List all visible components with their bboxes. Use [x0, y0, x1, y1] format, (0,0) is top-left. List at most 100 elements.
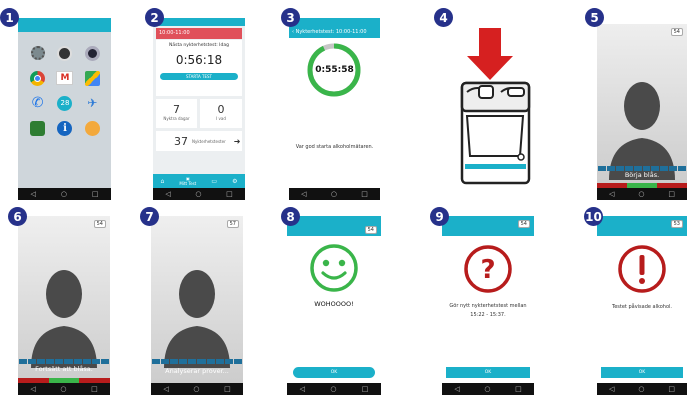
recents-icon[interactable]: □	[92, 190, 99, 198]
ok-button[interactable]: OK	[446, 367, 530, 378]
progress-segment	[233, 359, 242, 364]
progress-segment	[46, 359, 55, 364]
chrome-icon[interactable]	[30, 71, 46, 86]
face-silhouette	[164, 270, 230, 368]
system-nav-bar: ◁ ○ □	[597, 188, 687, 200]
home-icon[interactable]: ○	[195, 190, 201, 198]
recents-icon[interactable]: □	[668, 385, 675, 393]
system-nav-bar: ◁ ○ □	[597, 383, 687, 395]
progress-segment	[55, 359, 64, 364]
today-card: 0 I vad	[200, 99, 242, 128]
instruction-caption: Börja blås.	[624, 171, 660, 179]
start-test-button[interactable]: STARTA TEST	[160, 73, 238, 80]
status-bar	[153, 18, 245, 26]
next-test-card: Nästa nykterhetstest: Idag 0:56:18 START…	[156, 40, 242, 96]
progress-segment	[170, 359, 179, 364]
step-badge-5: 5	[585, 8, 604, 27]
back-icon[interactable]: ◁	[165, 190, 170, 198]
cloud-app-icon[interactable]	[84, 121, 100, 136]
battery-badge: 54	[517, 220, 530, 228]
back-icon[interactable]: ◁	[609, 190, 614, 198]
screen-retest: 54 ? Gör nytt nykterhetstest mellan 15:2…	[442, 216, 534, 395]
screen-success: 54 WOHOOOO! OK ◁ ○ □	[287, 216, 381, 395]
home-icon[interactable]: ○	[60, 385, 66, 393]
test-header: ‹ Nykterhetstest: 10:00-11:00	[289, 18, 380, 38]
test-header-title: Nykterhetstest: 10:00-11:00	[295, 29, 367, 35]
retest-message-line1: Gör nytt nykterhetstest mellan	[449, 303, 527, 309]
smiley-icon	[310, 244, 358, 292]
home-icon[interactable]: ○	[330, 385, 336, 393]
progress-segment	[64, 359, 73, 364]
progress-segment	[179, 359, 188, 364]
battery-badge: 54	[364, 226, 377, 234]
progress-segments	[152, 359, 242, 364]
screen-timer: ‹ Nykterhetstest: 10:00-11:00 0:55:58 Va…	[289, 18, 380, 200]
progress-segment	[73, 359, 82, 364]
recents-icon[interactable]: □	[515, 385, 522, 393]
bottom-tab-bar: ⌂ ▣ Mitt Test ▭ ⚙	[153, 174, 245, 188]
home-icon[interactable]: ○	[193, 385, 199, 393]
recents-icon[interactable]: □	[91, 385, 98, 393]
recents-icon[interactable]: □	[362, 385, 369, 393]
tab-my-test[interactable]: ▣ Mitt Test	[179, 176, 196, 186]
tab-home-icon[interactable]: ⌂	[161, 178, 165, 185]
recents-icon[interactable]: □	[361, 190, 368, 198]
face-silhouette	[609, 82, 675, 180]
back-icon[interactable]: ◁	[300, 385, 305, 393]
face-silhouette	[31, 270, 97, 368]
back-arrow-icon[interactable]: ‹	[292, 29, 294, 35]
back-icon[interactable]: ◁	[163, 385, 168, 393]
system-nav-bar: ◁ ○ □	[287, 383, 381, 395]
sober-days-card: 7 Nyktra dagar	[156, 99, 197, 128]
step-badge-8: 8	[281, 207, 300, 226]
back-icon[interactable]: ◁	[30, 190, 35, 198]
recents-icon[interactable]: □	[226, 190, 233, 198]
app-icon[interactable]	[30, 121, 46, 136]
phone-icon[interactable]: ✆	[30, 96, 45, 111]
kayak-icon[interactable]: ✈	[85, 96, 100, 111]
sober-days-label: Nyktra dagar	[163, 116, 190, 121]
recents-icon[interactable]: □	[224, 385, 231, 393]
home-icon[interactable]: ○	[638, 385, 644, 393]
screen-camera-analyzing: 57 Analyserar prover... ◁ ○ □	[151, 216, 243, 395]
step-badge-6: 6	[8, 207, 27, 226]
step-badge-3: 3	[281, 8, 300, 27]
back-icon[interactable]: ◁	[609, 385, 614, 393]
home-icon[interactable]: ○	[638, 190, 644, 198]
progress-segment	[188, 359, 197, 364]
success-message: WOHOOOO!	[314, 300, 354, 308]
settings-icon[interactable]	[30, 46, 45, 60]
back-icon[interactable]: ◁	[301, 190, 306, 198]
back-icon[interactable]: ◁	[454, 385, 459, 393]
battery-badge: 53	[670, 220, 683, 228]
info-icon[interactable]: i	[57, 121, 73, 136]
home-icon[interactable]: ○	[61, 190, 67, 198]
maps-icon[interactable]	[84, 71, 100, 86]
tests-value: 37	[174, 134, 188, 148]
home-icon[interactable]: ○	[331, 190, 337, 198]
progress-segment	[215, 359, 224, 364]
today-label: I vad	[216, 116, 226, 121]
back-icon[interactable]: ◁	[30, 385, 35, 393]
calendar-icon[interactable]: 28	[57, 96, 73, 111]
start-meter-message: Var god starta alkoholmätaren.	[295, 144, 374, 150]
camera-icon[interactable]	[84, 46, 100, 61]
gmail-icon[interactable]: M	[56, 71, 74, 85]
progress-segment	[197, 359, 206, 364]
tests-card[interactable]: 37 Nykterhetstester ➜	[156, 131, 242, 151]
ok-button[interactable]: OK	[293, 367, 375, 378]
tab-settings-icon[interactable]: ⚙	[232, 178, 237, 185]
recents-icon[interactable]: □	[668, 190, 675, 198]
step-badge-4: 4	[434, 8, 453, 27]
dark-app-icon[interactable]	[57, 46, 73, 61]
home-icon[interactable]: ○	[484, 385, 490, 393]
progress-segment	[206, 359, 215, 364]
exclamation-icon	[618, 245, 666, 293]
battery-badge: 54	[93, 220, 106, 228]
tab-history-icon[interactable]: ▭	[211, 178, 217, 185]
step-badge-1: 1	[0, 8, 19, 27]
svg-text:?: ?	[480, 255, 495, 285]
arrow-right-icon: ➜	[233, 136, 241, 146]
ok-button[interactable]: OK	[601, 367, 683, 378]
progress-segment	[91, 359, 100, 364]
